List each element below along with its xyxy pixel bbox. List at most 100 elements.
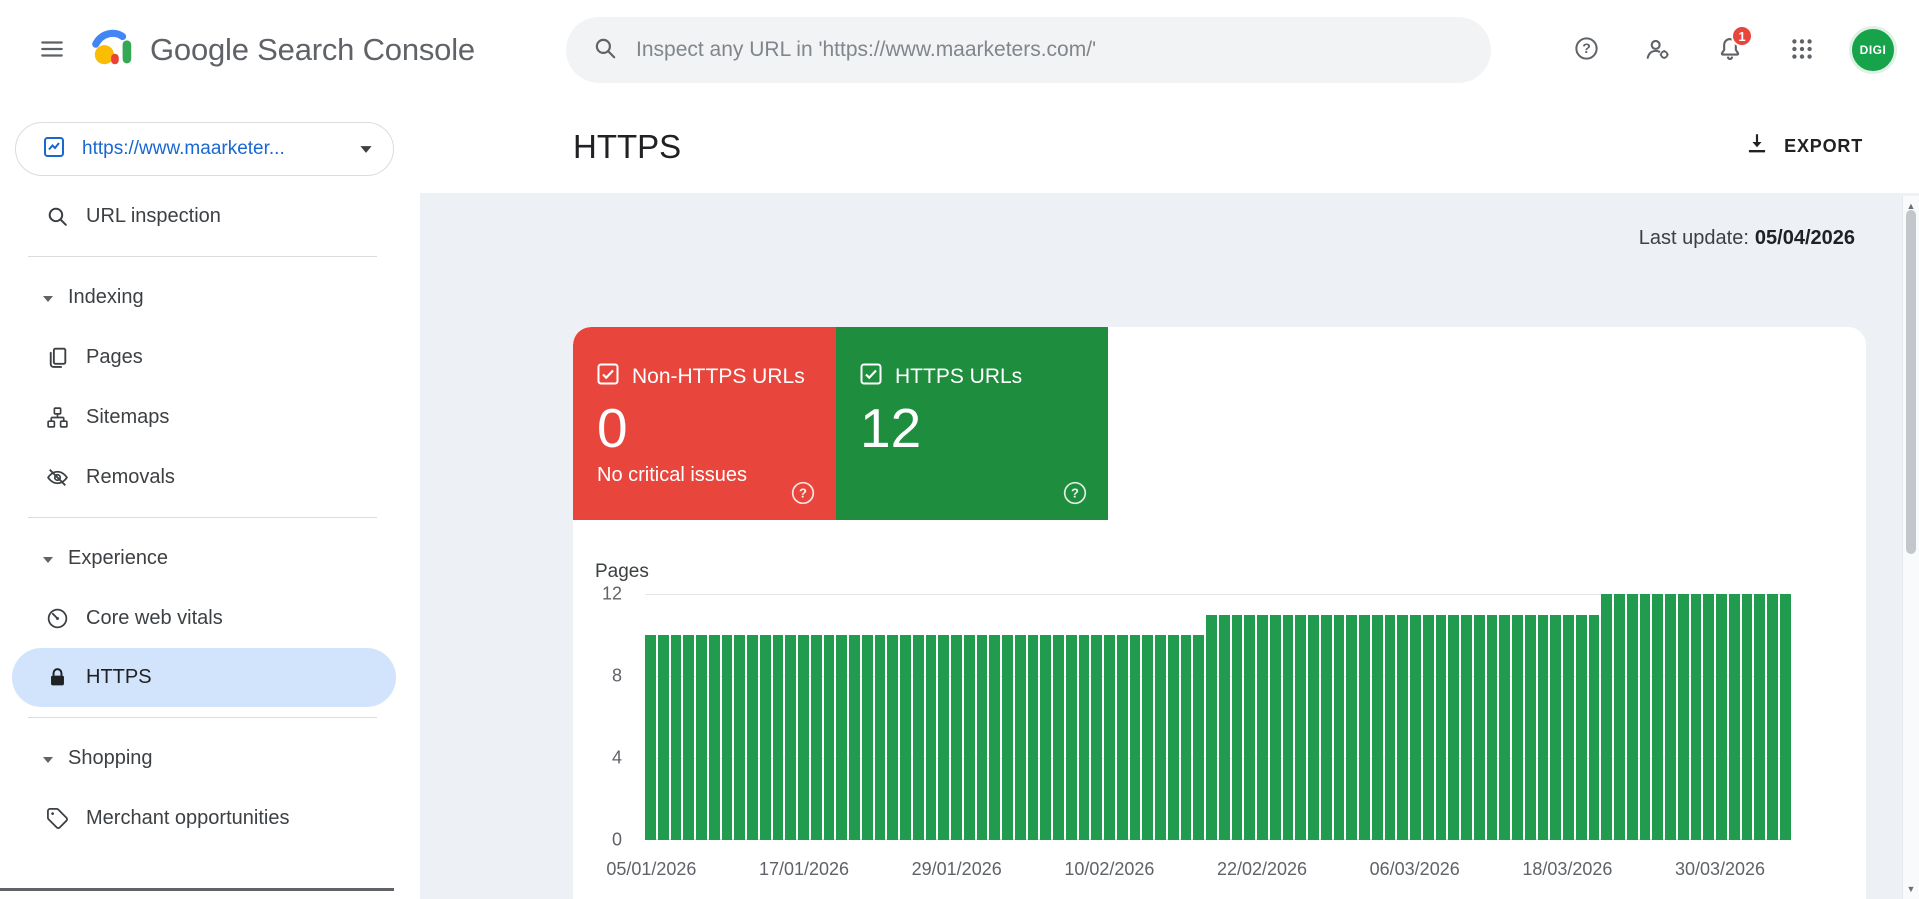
chart-bar[interactable] [734, 635, 745, 840]
chart-bar[interactable] [696, 635, 707, 840]
chart-bar[interactable] [810, 635, 822, 840]
chart-bar[interactable] [1167, 635, 1179, 840]
chart-bar[interactable] [849, 635, 860, 840]
chart-bar[interactable] [1040, 635, 1051, 840]
chart-bar[interactable] [657, 635, 669, 840]
chart-bar[interactable] [1104, 635, 1115, 840]
chart-bar[interactable] [1218, 614, 1230, 840]
sidebar-item-merchant-opportunities[interactable]: Merchant opportunities [0, 788, 420, 848]
sidebar-section-shopping[interactable]: Shopping [0, 728, 420, 788]
chart-bar[interactable] [1754, 594, 1765, 840]
chart-bar[interactable] [989, 635, 1000, 840]
chart-bar[interactable] [1308, 614, 1319, 840]
help-button[interactable]: ? [1561, 25, 1611, 75]
notifications-button[interactable]: 1 [1705, 25, 1755, 75]
chart-bar[interactable] [938, 635, 949, 840]
chart-bar[interactable] [1346, 614, 1357, 840]
chart-bar[interactable] [823, 635, 835, 840]
chart-bar[interactable] [1065, 635, 1077, 840]
checkbox-checked-icon[interactable] [597, 363, 619, 390]
chart-bar[interactable] [1716, 594, 1727, 840]
chart-bar[interactable] [1499, 614, 1510, 840]
chart-bar[interactable] [1435, 614, 1447, 840]
chart-bar[interactable] [1091, 635, 1102, 840]
chart-bar[interactable] [1690, 594, 1702, 840]
sidebar-item-core-web-vitals[interactable]: Core web vitals [0, 588, 420, 648]
sidebar-section-indexing[interactable]: Indexing [0, 267, 420, 327]
chart-bar[interactable] [1410, 614, 1421, 840]
chart-bar[interactable] [1626, 594, 1638, 840]
chart-bar[interactable] [1639, 594, 1651, 840]
chart-bar[interactable] [721, 635, 733, 840]
chart-bar[interactable] [1703, 594, 1714, 840]
chart-bar[interactable] [951, 635, 962, 840]
chart-bar[interactable] [1014, 635, 1026, 840]
scrollbar-thumb[interactable] [1906, 210, 1916, 554]
chart-bar[interactable] [670, 635, 682, 840]
chart-bar[interactable] [1116, 635, 1128, 840]
chart-bar[interactable] [747, 635, 758, 840]
chart-bar[interactable] [1563, 614, 1574, 840]
chart-bar[interactable] [1320, 614, 1332, 840]
chart-bar[interactable] [1142, 635, 1153, 840]
chart-bar[interactable] [1359, 614, 1370, 840]
chart-bar[interactable] [1002, 635, 1013, 840]
chart-bar[interactable] [1767, 594, 1778, 840]
export-button[interactable]: EXPORT [1744, 131, 1863, 162]
chart-bar[interactable] [1524, 614, 1536, 840]
chart-bar[interactable] [683, 635, 694, 840]
chart-bar[interactable] [976, 635, 988, 840]
account-avatar[interactable]: DIGI [1849, 26, 1897, 74]
chart-bar[interactable] [1461, 614, 1472, 840]
chart-bar[interactable] [1550, 614, 1561, 840]
chart-bar[interactable] [1588, 614, 1600, 840]
url-inspect-search-input[interactable] [636, 38, 1465, 62]
chart-bar[interactable] [1193, 635, 1204, 840]
chart-bar[interactable] [1384, 614, 1396, 840]
chart-bar[interactable] [1448, 614, 1459, 840]
chart-bar[interactable] [1741, 594, 1753, 840]
user-settings-button[interactable] [1633, 25, 1683, 75]
help-circle-icon[interactable]: ? [790, 480, 816, 506]
sidebar-section-experience[interactable]: Experience [0, 528, 420, 588]
sidebar-item-pages[interactable]: Pages [0, 327, 420, 387]
chart-bar[interactable] [1575, 614, 1587, 840]
chart-bar[interactable] [1728, 594, 1740, 840]
chart-bar[interactable] [1269, 614, 1281, 840]
help-circle-icon[interactable]: ? [1062, 480, 1088, 506]
vertical-scrollbar[interactable]: ▲ ▼ [1902, 196, 1919, 899]
chart-bar[interactable] [785, 635, 796, 840]
chart-bar[interactable] [1677, 594, 1689, 840]
chart-bar[interactable] [1333, 614, 1345, 840]
chart-bar[interactable] [1473, 614, 1485, 840]
url-inspect-search-bar[interactable] [566, 17, 1491, 83]
hamburger-menu-button[interactable] [30, 28, 74, 72]
chart-bar[interactable] [925, 635, 937, 840]
chart-bar[interactable] [887, 635, 898, 840]
sidebar-item-https[interactable]: HTTPS [12, 648, 396, 707]
chart-bar[interactable] [772, 635, 784, 840]
chart-bar[interactable] [1486, 614, 1498, 840]
chart-bar[interactable] [708, 635, 720, 840]
chart-bar[interactable] [900, 635, 911, 840]
chart-bar[interactable] [1155, 635, 1166, 840]
chart-bar[interactable] [1053, 635, 1064, 840]
chart-bar[interactable] [1614, 594, 1625, 840]
chart-bar[interactable] [1078, 635, 1090, 840]
chart-bar[interactable] [861, 635, 873, 840]
chart-bar[interactable] [1282, 614, 1294, 840]
chart-bar[interactable] [798, 635, 809, 840]
chart-bar[interactable] [1601, 594, 1612, 840]
tile-non-https-urls[interactable]: Non-HTTPS URLs 0 No critical issues ? [573, 327, 836, 520]
chart-bar[interactable] [645, 635, 656, 840]
chart-bar[interactable] [1371, 614, 1383, 840]
tile-https-urls[interactable]: HTTPS URLs 12 ? [836, 327, 1108, 520]
google-apps-button[interactable] [1777, 25, 1827, 75]
chart-bar[interactable] [1537, 614, 1549, 840]
chart-bar[interactable] [1180, 635, 1192, 840]
chart-bar[interactable] [1397, 614, 1408, 840]
chart-bar[interactable] [1244, 614, 1255, 840]
sidebar-item-sitemaps[interactable]: Sitemaps [0, 387, 420, 447]
sidebar-item-removals[interactable]: Removals [0, 447, 420, 507]
checkbox-checked-icon[interactable] [860, 363, 882, 390]
